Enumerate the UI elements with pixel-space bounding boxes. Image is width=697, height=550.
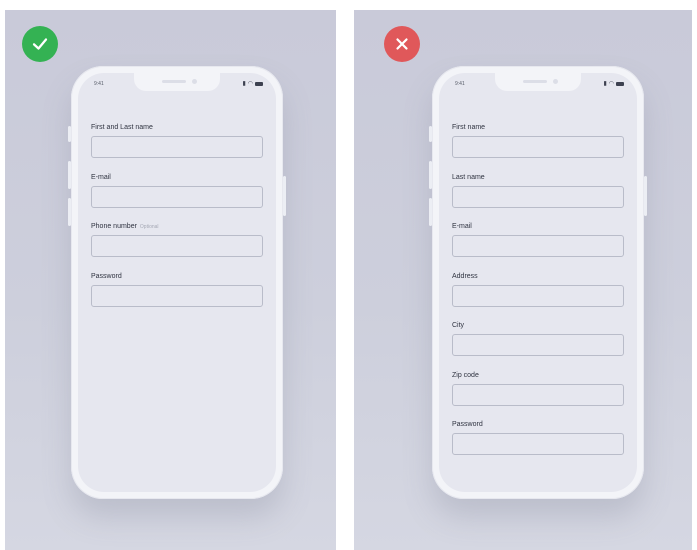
field-label: First name (452, 124, 486, 131)
form-field: E-mail (91, 173, 263, 223)
speaker (162, 80, 186, 83)
email-input[interactable] (452, 235, 624, 257)
field-label: E-mail (91, 173, 111, 181)
side-button (68, 126, 71, 142)
field-label: Password (452, 421, 483, 428)
wifi-icon: ◠ (608, 81, 614, 87)
email-input[interactable] (91, 185, 263, 208)
field-label: Phone number (91, 223, 137, 230)
side-button (429, 126, 432, 142)
phone-mockup: 9:41 ▮ ◠ First name Last name E-mail Add… (429, 66, 647, 499)
field-label: First and Last name (91, 124, 153, 131)
close-icon (396, 38, 408, 50)
address-input[interactable] (452, 284, 624, 307)
status-time: 9:41 (455, 81, 465, 87)
form-field: Phone number Optional (91, 222, 263, 272)
side-button (283, 176, 286, 216)
camera (553, 79, 558, 84)
phone-screen: 9:41 ▮ ◠ First and Last name E-mail Phon… (78, 73, 276, 492)
status-icons: ▮ ◠ (242, 80, 263, 87)
signup-form-short: First and Last name E-mail Phone number O… (91, 123, 263, 321)
battery-icon (616, 81, 624, 86)
field-label: Password (91, 272, 122, 280)
password-input[interactable] (91, 284, 263, 307)
city-input[interactable] (452, 334, 624, 356)
password-input[interactable] (452, 433, 624, 455)
first-name-input[interactable] (452, 136, 624, 158)
battery-icon (255, 81, 263, 86)
form-field: Last name (452, 173, 624, 223)
form-field: Password (452, 420, 624, 470)
bad-example-panel: 9:41 ▮ ◠ First name Last name E-mail Add… (354, 10, 692, 550)
side-button (429, 198, 432, 226)
camera (192, 79, 197, 84)
side-button (68, 161, 71, 189)
wifi-icon: ◠ (247, 81, 253, 87)
notch (495, 73, 581, 91)
form-field: First name (452, 123, 624, 173)
signal-icon: ▮ (603, 81, 607, 87)
form-field: First and Last name (91, 123, 263, 173)
field-label: E-mail (452, 223, 472, 230)
speaker (523, 80, 547, 83)
success-badge (22, 26, 58, 62)
optional-hint: Optional (139, 224, 159, 230)
side-button (644, 176, 647, 216)
good-example-panel: 9:41 ▮ ◠ First and Last name E-mail Phon… (5, 10, 336, 550)
field-label: City (452, 322, 465, 329)
phone-mockup: 9:41 ▮ ◠ First and Last name E-mail Phon… (68, 66, 286, 499)
last-name-input[interactable] (452, 185, 624, 208)
phone-screen: 9:41 ▮ ◠ First name Last name E-mail Add… (439, 73, 637, 492)
field-label-row: Phone number Optional (91, 222, 263, 232)
form-field: City (452, 321, 624, 371)
status-time: 9:41 (94, 81, 104, 87)
status-icons: ▮ ◠ (603, 80, 624, 87)
check-icon (32, 38, 48, 50)
field-label: Last name (452, 173, 485, 181)
phone-input[interactable] (91, 235, 263, 257)
form-field: Password (91, 272, 263, 322)
notch (134, 73, 220, 91)
side-button (68, 198, 71, 226)
name-input[interactable] (91, 136, 263, 158)
field-label: Address (452, 272, 478, 280)
signup-form-long: First name Last name E-mail Address City (452, 123, 624, 470)
zip-code-input[interactable] (452, 383, 624, 406)
signal-icon: ▮ (242, 81, 246, 87)
form-field: Zip code (452, 371, 624, 421)
side-button (429, 161, 432, 189)
form-field: E-mail (452, 222, 624, 272)
form-field: Address (452, 272, 624, 322)
field-label: Zip code (452, 371, 479, 379)
error-badge (384, 26, 420, 62)
